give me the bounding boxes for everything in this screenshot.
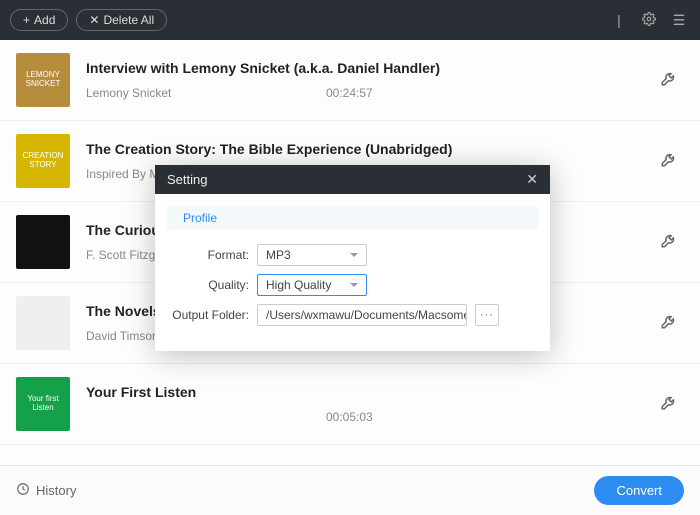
delete-all-button[interactable]: ✕ Delete All xyxy=(76,9,167,31)
item-settings-icon[interactable] xyxy=(660,393,684,416)
quality-select[interactable]: High Quality xyxy=(257,274,367,296)
close-icon: ✕ xyxy=(89,13,99,27)
thumbnail: LEMONY SNICKET xyxy=(16,53,70,107)
history-label: History xyxy=(36,483,76,498)
convert-button[interactable]: Convert xyxy=(594,476,684,505)
thumbnail: CREATION STORY xyxy=(16,134,70,188)
tab-bar: Profile xyxy=(167,206,538,230)
add-button[interactable]: + Add xyxy=(10,9,68,31)
format-select[interactable]: MP3 xyxy=(257,244,367,266)
toolbar: + Add ✕ Delete All | ☰ xyxy=(0,0,700,40)
list-item[interactable]: LEMONY SNICKET Interview with Lemony Snic… xyxy=(0,40,700,121)
modal-title: Setting xyxy=(167,172,207,187)
item-author xyxy=(86,410,286,424)
list-item[interactable]: Your first Listen Your First Listen 00:05:… xyxy=(0,364,700,445)
item-settings-icon[interactable] xyxy=(660,69,684,92)
clock-icon xyxy=(16,482,30,499)
item-duration: 00:05:03 xyxy=(326,410,373,424)
output-folder-input[interactable]: /Users/wxmawu/Documents/Macsome Any Au xyxy=(257,304,467,326)
delete-all-label: Delete All xyxy=(103,13,154,27)
menu-icon[interactable]: ☰ xyxy=(668,12,690,29)
settings-modal: Setting ✕ Profile Format: MP3 Quality: H… xyxy=(155,165,550,351)
add-button-label: Add xyxy=(34,13,55,27)
browse-button[interactable]: ··· xyxy=(475,304,499,326)
item-title: Your First Listen xyxy=(86,384,644,400)
thumbnail xyxy=(16,296,70,350)
modal-header: Setting ✕ xyxy=(155,165,550,194)
browse-dots: ··· xyxy=(480,309,494,321)
item-settings-icon[interactable] xyxy=(660,312,684,335)
plus-icon: + xyxy=(23,13,30,27)
item-meta: Your First Listen 00:05:03 xyxy=(86,384,644,424)
tab-profile[interactable]: Profile xyxy=(179,208,221,228)
footer: History Convert xyxy=(0,465,700,515)
item-title: The Creation Story: The Bible Experience… xyxy=(86,141,644,157)
item-duration: 00:24:57 xyxy=(326,86,373,100)
thumbnail: Your first Listen xyxy=(16,377,70,431)
settings-form: Format: MP3 Quality: High Quality Output… xyxy=(155,240,550,330)
history-button[interactable]: History xyxy=(16,482,76,499)
output-folder-label: Output Folder: xyxy=(169,308,249,322)
divider-icon: | xyxy=(608,12,630,28)
output-folder-value: /Users/wxmawu/Documents/Macsome Any Au xyxy=(266,308,467,322)
item-settings-icon[interactable] xyxy=(660,231,684,254)
convert-label: Convert xyxy=(616,483,662,498)
format-value: MP3 xyxy=(266,248,291,262)
item-settings-icon[interactable] xyxy=(660,150,684,173)
item-title: Interview with Lemony Snicket (a.k.a. Da… xyxy=(86,60,644,76)
format-label: Format: xyxy=(169,248,249,262)
item-meta: Interview with Lemony Snicket (a.k.a. Da… xyxy=(86,60,644,100)
item-author: Lemony Snicket xyxy=(86,86,286,100)
close-icon[interactable]: ✕ xyxy=(526,171,538,188)
quality-label: Quality: xyxy=(169,278,249,292)
quality-value: High Quality xyxy=(266,278,331,292)
gear-icon[interactable] xyxy=(638,12,660,29)
thumbnail xyxy=(16,215,70,269)
